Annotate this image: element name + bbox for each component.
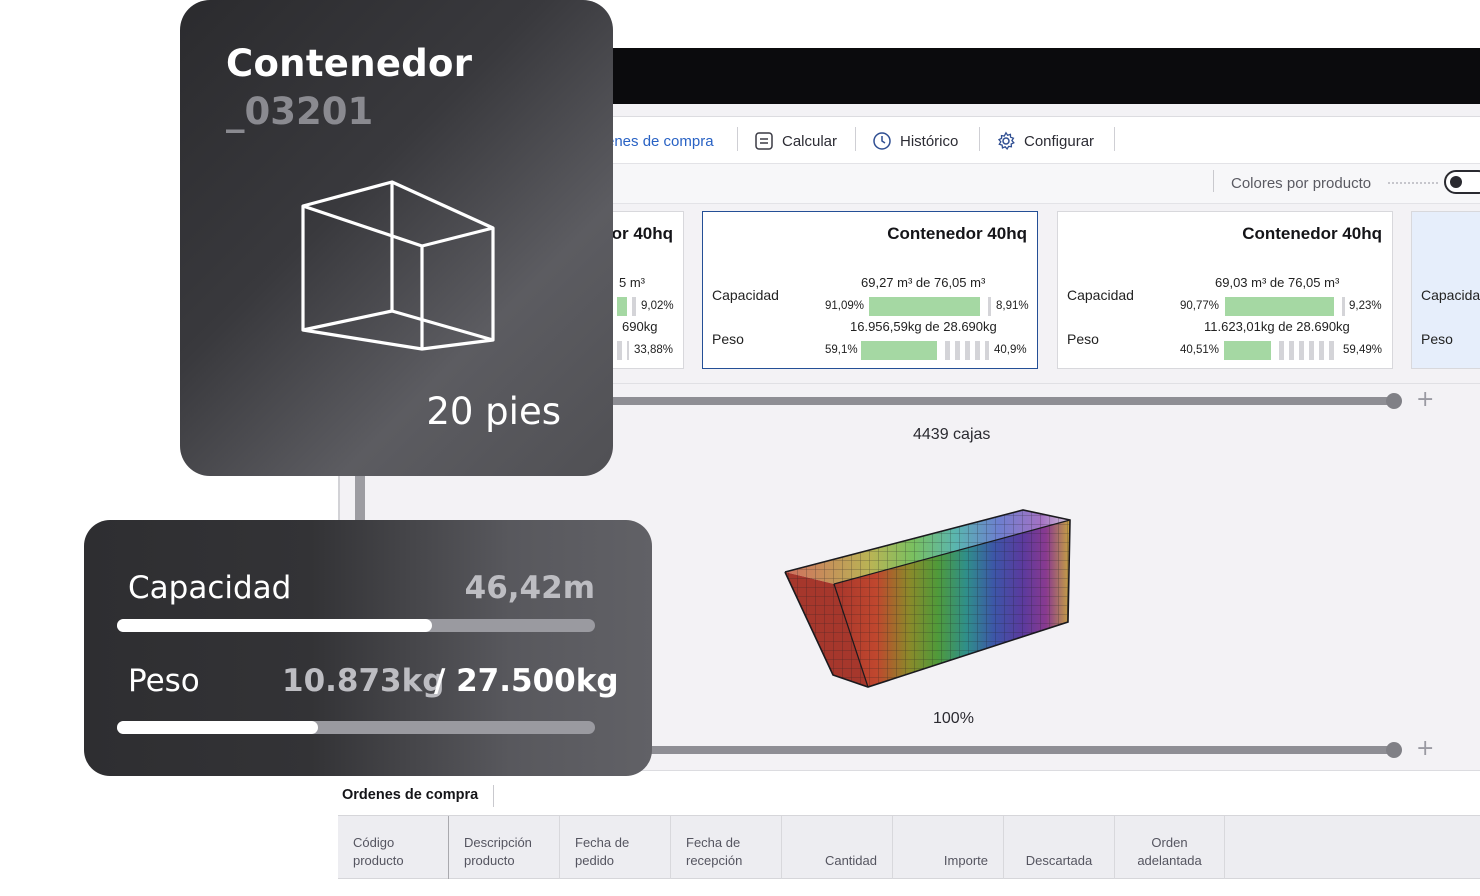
container-card[interactable]: Capacida Peso xyxy=(1411,211,1480,369)
capacity-progress-bar xyxy=(117,619,595,632)
tab-divider xyxy=(979,127,980,151)
weight-bar-rest xyxy=(617,341,629,360)
column-header[interactable]: Descripción producto xyxy=(448,816,559,880)
load-stats-overlay: Capacidad 46,42m Peso 10.873kg / 27.500k… xyxy=(84,520,652,776)
overlay-title: Contenedor xyxy=(226,42,473,85)
boxes-count: 4439 cajas xyxy=(913,426,991,443)
container-card[interactable]: Contenedor 40hq Capacidad 69,03 m³ de 76… xyxy=(1057,211,1393,369)
weight-value: 10.873kg xyxy=(282,663,445,699)
column-header[interactable]: Fecha de recepción xyxy=(670,816,781,880)
tab-label: Calcular xyxy=(782,132,838,150)
container-card-selected[interactable]: Contenedor 40hq Capacidad 69,27 m³ de 76… xyxy=(702,211,1038,369)
column-header[interactable]: Cantidad xyxy=(781,816,892,880)
capacity-bar xyxy=(1225,297,1345,316)
capacity-label: Capacidad xyxy=(128,570,292,606)
weight-used-pct: 59,1% xyxy=(825,344,858,356)
capacity-label: Capacidad xyxy=(712,287,779,303)
overlay-container-code: _03201 xyxy=(226,90,374,133)
weight-used-pct: 40,51% xyxy=(1180,344,1220,356)
weight-progress-bar xyxy=(117,721,595,734)
capacity-label: Capacida xyxy=(1421,287,1480,303)
calculator-icon xyxy=(755,132,773,150)
weight-label: Peso xyxy=(1421,331,1453,347)
weight-label: Peso xyxy=(712,331,744,347)
weight-total: / 27.500kg xyxy=(434,663,619,699)
weight-bar xyxy=(861,341,989,360)
zoom-in-icon[interactable]: + xyxy=(1416,387,1434,412)
toggle-knob xyxy=(1450,176,1462,188)
tab-divider xyxy=(855,127,856,151)
weight-text: 11.623,01kg de 28.690kg xyxy=(1204,319,1350,334)
colors-by-product-label: Colores por producto xyxy=(1231,175,1372,192)
capacity-value: 46,42m xyxy=(464,570,595,606)
colors-by-product-toggle[interactable] xyxy=(1444,170,1480,194)
stage: enes de compra Calcular Histórico Config… xyxy=(0,0,1480,896)
capacity-text: 5 m³ xyxy=(619,275,645,290)
fill-slider-handle[interactable] xyxy=(1386,742,1402,758)
fill-percentage: 100% xyxy=(933,710,974,727)
orders-table-header: Código producto Descripción producto Fecha… xyxy=(338,815,1480,880)
weight-label: Peso xyxy=(128,663,200,699)
tab-label: Configurar xyxy=(1024,132,1095,150)
column-header[interactable]: Importe xyxy=(892,816,1003,880)
tab-label: enes de compra xyxy=(606,132,714,150)
container-card-title: Contenedor 40hq xyxy=(1242,224,1382,243)
capacity-label: Capacidad xyxy=(1067,287,1134,303)
table-row[interactable] xyxy=(338,879,1480,896)
weight-label: Peso xyxy=(1067,331,1099,347)
dotted-separator xyxy=(1388,182,1438,184)
cube-icon xyxy=(301,180,495,351)
capacity-text: 69,03 m³ de 76,05 m³ xyxy=(1215,275,1340,290)
purchase-orders-title: Ordenes de compra xyxy=(342,787,479,803)
tab-divider xyxy=(1114,127,1115,151)
tab-divider xyxy=(737,127,738,151)
connector-line xyxy=(355,476,365,522)
capacity-free-pct: 9,23% xyxy=(1349,300,1382,312)
capacity-bar xyxy=(617,297,627,316)
column-header[interactable]: Fecha de pedido xyxy=(559,816,670,880)
weight-text: 690kg xyxy=(622,319,658,334)
tab-ordenes-de-compra[interactable]: enes de compra xyxy=(606,127,714,155)
boxes-slider-handle[interactable] xyxy=(1386,393,1402,409)
capacity-bar-rest xyxy=(632,297,636,316)
tab-configurar[interactable]: Configurar xyxy=(996,127,1094,155)
column-header[interactable]: Código producto xyxy=(338,816,448,880)
weight-free-pct: 33,88% xyxy=(634,344,674,356)
capacity-text: 69,27 m³ de 76,05 m³ xyxy=(861,275,986,290)
weight-bar xyxy=(1224,341,1339,360)
container-size: 20 pies xyxy=(426,390,561,433)
column-header[interactable]: Descartada xyxy=(1003,816,1114,880)
capacity-free-pct: 8,91% xyxy=(996,300,1029,312)
weight-free-pct: 40,9% xyxy=(994,344,1027,356)
container-card-title: or 40hq xyxy=(611,224,673,243)
purchase-orders-panel: Ordenes de compra Código producto Descrip… xyxy=(338,770,1480,896)
capacity-bar xyxy=(869,297,991,316)
capacity-used-pct: 91,09% xyxy=(825,300,865,312)
column-header[interactable]: Orden adelantada xyxy=(1114,816,1225,880)
zoom-in-icon[interactable]: + xyxy=(1416,736,1434,761)
tab-label: Histórico xyxy=(900,132,959,150)
tab-calcular[interactable]: Calcular xyxy=(754,127,837,155)
clock-icon xyxy=(873,132,891,150)
orders-divider xyxy=(493,785,494,807)
tab-historico[interactable]: Histórico xyxy=(872,127,958,155)
weight-progress-fill xyxy=(117,721,318,734)
capacity-used-pct: 90,77% xyxy=(1180,300,1220,312)
gear-icon xyxy=(997,131,1015,150)
capacity-free-pct: 9,02% xyxy=(641,300,674,312)
container-card-title: Contenedor 40hq xyxy=(887,224,1027,243)
container-overlay-card: Contenedor _03201 20 pies xyxy=(180,0,613,476)
weight-free-pct: 59,49% xyxy=(1343,344,1383,356)
weight-text: 16.956,59kg de 28.690kg xyxy=(850,319,997,334)
capacity-progress-fill xyxy=(117,619,433,632)
toolbar-divider xyxy=(1213,170,1214,192)
